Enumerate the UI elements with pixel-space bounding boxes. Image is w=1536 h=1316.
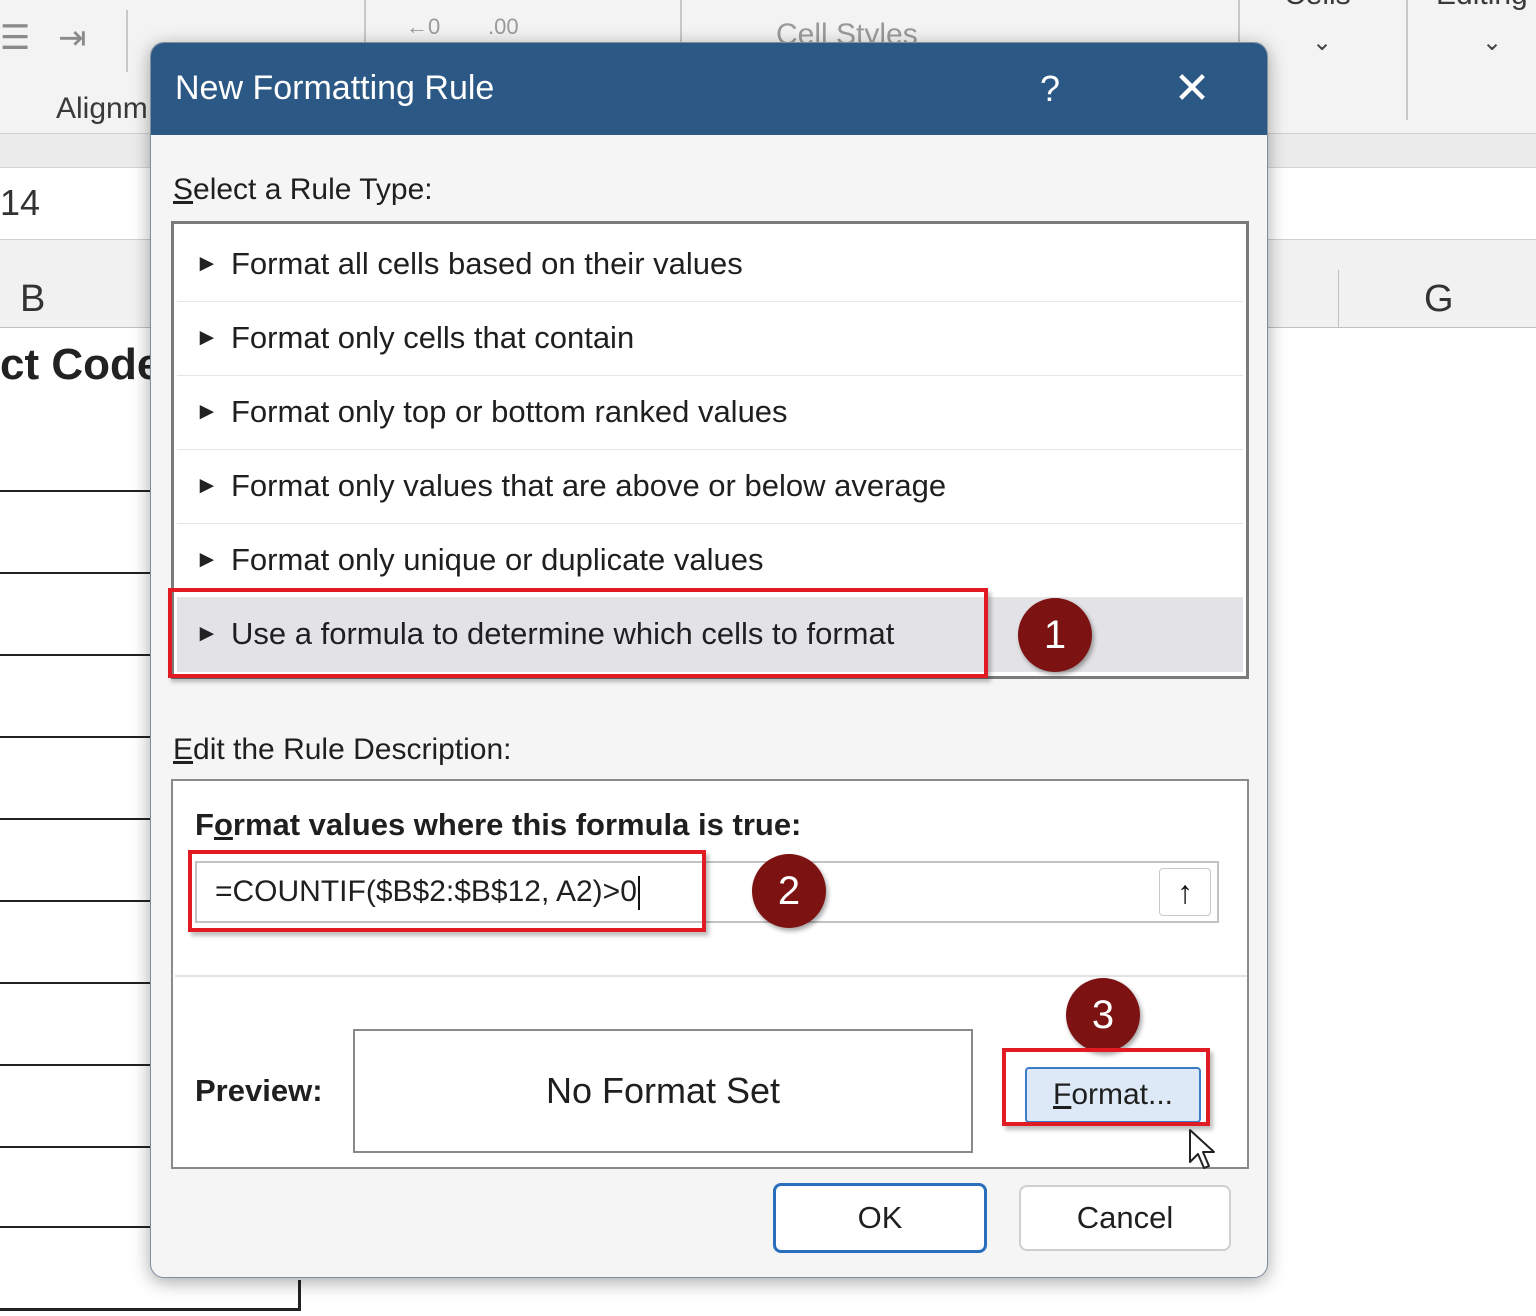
row-border <box>0 654 150 656</box>
arrow-right-icon: ► <box>195 398 219 426</box>
table-border <box>0 1308 301 1311</box>
rule-type-item[interactable]: ► Format only unique or duplicate values <box>177 524 1243 598</box>
label-text: F <box>195 807 214 842</box>
step-badge-2: 2 <box>752 854 826 928</box>
ok-button[interactable]: OK <box>773 1183 987 1253</box>
rule-type-item[interactable]: ► Format all cells based on their values <box>177 228 1243 302</box>
table-border <box>298 1280 301 1310</box>
row-border <box>0 900 150 902</box>
cells-chevron-down-icon[interactable]: ⌄ <box>1312 28 1332 57</box>
access-key: o <box>214 807 233 842</box>
highlight-box-step1 <box>168 588 988 678</box>
rule-type-label: Format only cells that contain <box>231 320 634 356</box>
access-key: E <box>173 733 193 766</box>
ribbon-separator <box>364 0 366 42</box>
dialog-title-bar[interactable]: New Formatting Rule ? ✕ <box>151 43 1267 135</box>
divider <box>175 975 1247 977</box>
ribbon-separator <box>126 10 128 72</box>
row-border <box>0 490 150 492</box>
formula-label: Format values where this formula is true… <box>195 807 801 843</box>
highlight-box-step2 <box>188 850 706 932</box>
preview-label: Preview: <box>195 1073 323 1109</box>
access-key: S <box>173 173 193 206</box>
rule-type-label: Format only top or bottom ranked values <box>231 394 788 430</box>
indent-increase-icon[interactable]: ⇥ <box>58 18 87 58</box>
row-border <box>0 982 150 984</box>
indent-decrease-icon[interactable]: ☰ <box>0 18 30 58</box>
label-text: rmat values where this formula is true: <box>233 807 802 842</box>
arrow-right-icon: ► <box>195 472 219 500</box>
row-border <box>0 1226 150 1228</box>
rule-type-item[interactable]: ► Format only top or bottom ranked value… <box>177 376 1243 450</box>
arrow-right-icon: ► <box>195 250 219 278</box>
collapse-dialog-icon[interactable]: ↑ <box>1159 868 1211 916</box>
preview-box: No Format Set <box>353 1029 973 1153</box>
label-text: elect a Rule Type: <box>193 173 433 206</box>
rule-type-label: Format all cells based on their values <box>231 246 743 282</box>
decrease-decimal-icon[interactable]: ←0 <box>406 14 440 40</box>
row-border <box>0 818 150 820</box>
row-border <box>0 1146 150 1148</box>
cells-group-label[interactable]: Cells <box>1284 0 1351 12</box>
dialog-title: New Formatting Rule <box>175 69 494 108</box>
help-icon[interactable]: ? <box>1019 59 1081 119</box>
row-border <box>0 572 150 574</box>
row-border <box>0 736 150 738</box>
edit-rule-description-label: Edit the Rule Description: <box>173 733 512 767</box>
ribbon-separator <box>1238 0 1240 42</box>
rule-type-label: Format only unique or duplicate values <box>231 542 763 578</box>
step-badge-3: 3 <box>1066 978 1140 1052</box>
cancel-button[interactable]: Cancel <box>1019 1185 1231 1251</box>
ribbon-separator <box>1406 0 1408 120</box>
alignment-group-label: Alignm <box>56 92 148 126</box>
label-text: dit the Rule Description: <box>193 733 512 766</box>
row-border <box>0 1064 150 1066</box>
arrow-right-icon: ► <box>195 324 219 352</box>
arrow-right-icon: ► <box>195 546 219 574</box>
highlight-box-step3 <box>1002 1048 1210 1126</box>
close-icon[interactable]: ✕ <box>1159 59 1225 119</box>
increase-decimal-icon[interactable]: .00 <box>488 14 519 40</box>
rule-type-item[interactable]: ► Format only values that are above or b… <box>177 450 1243 524</box>
editing-chevron-down-icon[interactable]: ⌄ <box>1482 28 1502 57</box>
product-code-header-cell[interactable]: ct Code <box>0 340 161 390</box>
column-header-b[interactable]: B <box>20 278 45 321</box>
mouse-pointer-icon <box>1188 1128 1222 1172</box>
name-box[interactable]: 14 <box>0 182 40 224</box>
step-badge-1: 1 <box>1018 598 1092 672</box>
column-divider <box>1338 270 1339 328</box>
rule-type-label: Format only values that are above or bel… <box>231 468 946 504</box>
select-rule-type-label: Select a Rule Type: <box>173 173 433 207</box>
editing-group-label[interactable]: Editing <box>1436 0 1528 12</box>
rule-type-item[interactable]: ► Format only cells that contain <box>177 302 1243 376</box>
column-header-g[interactable]: G <box>1424 278 1454 321</box>
ribbon-separator <box>680 0 682 42</box>
